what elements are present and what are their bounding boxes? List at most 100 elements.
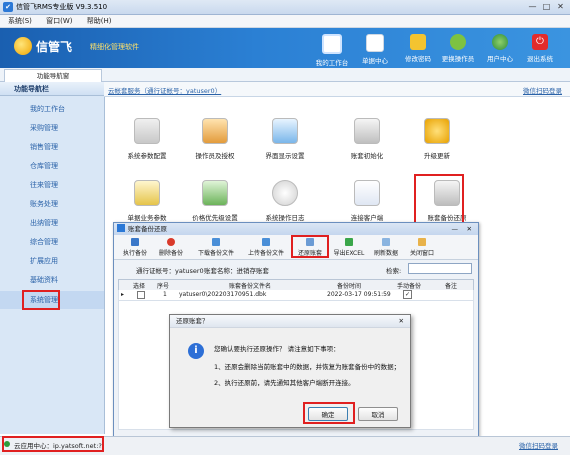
app-icon bbox=[117, 224, 125, 232]
dialog-title: 还原账套？ bbox=[176, 317, 209, 325]
menu-help[interactable]: 帮助(H) bbox=[87, 17, 112, 25]
column-remark: 备注 bbox=[445, 283, 458, 290]
row-time: 2022-03-17 09:51:59 bbox=[327, 291, 391, 298]
price-list-icon bbox=[202, 180, 228, 206]
clock-icon bbox=[272, 180, 298, 206]
close-button[interactable]: ✕ bbox=[467, 223, 472, 235]
backup-window-titlebar: 账套备份还原 — ✕ bbox=[114, 223, 478, 235]
export-excel-button[interactable]: 导出EXCEL bbox=[332, 237, 366, 257]
close-window-button[interactable]: 关闭窗口 bbox=[406, 237, 438, 257]
sidebar-item-extensions[interactable]: 扩展应用 bbox=[0, 252, 104, 270]
database-icon bbox=[354, 118, 380, 144]
sidebar-item-purchase[interactable]: 采购管理 bbox=[0, 119, 104, 137]
minimize-button[interactable]: — bbox=[452, 223, 459, 235]
delete-icon bbox=[167, 238, 175, 246]
download-backup-button[interactable]: 下载备份文件 bbox=[194, 237, 238, 257]
cloud-account-link[interactable]: 云帐套服务（通行证帐号：yatuser0） bbox=[108, 85, 221, 95]
user-switch-icon bbox=[450, 34, 466, 50]
banner: 信管飞 精细化管理软件 我的工作台 单据中心 修改密码 更换操作员 用户中心 ⏻… bbox=[0, 28, 570, 68]
delete-backup-button[interactable]: 删除备份 bbox=[156, 237, 186, 257]
save-icon bbox=[131, 238, 139, 246]
excel-icon bbox=[345, 238, 353, 246]
sidebar-item-basic-data[interactable]: 基础资料 bbox=[0, 271, 104, 289]
upload-icon bbox=[262, 238, 270, 246]
display-settings-button[interactable]: 界面显示设置 bbox=[250, 118, 320, 168]
dialog-note-1: 1、还原会删除当前账套中的数据，并恢复为账套备份中的数据； bbox=[214, 363, 401, 371]
row-seq: 1 bbox=[163, 291, 167, 298]
table-row[interactable]: ▸ 1 yatuser0\202203170951.dbk 2022-03-17… bbox=[118, 290, 474, 301]
upgrade-update-button[interactable]: 升级更新 bbox=[402, 118, 472, 168]
row-manual-checkbox[interactable]: ✓ bbox=[403, 290, 412, 299]
column-filename: 账套备份文件名 bbox=[229, 283, 272, 290]
highlight-box bbox=[2, 436, 104, 452]
close-button[interactable]: ✕ bbox=[556, 2, 565, 11]
highlight-box bbox=[291, 235, 329, 258]
refresh-data-button[interactable]: 刷新数据 bbox=[370, 237, 402, 257]
key-icon bbox=[410, 34, 426, 50]
column-manual: 手动备份 bbox=[397, 283, 422, 290]
maximize-button[interactable]: □ bbox=[542, 2, 551, 11]
operator-auth-button[interactable]: 操作员及授权 bbox=[180, 118, 250, 168]
column-select: 选择 bbox=[133, 283, 146, 290]
search-label: 检索: bbox=[386, 267, 402, 275]
row-checkbox[interactable] bbox=[137, 291, 145, 299]
brand-name: 信管飞 bbox=[36, 40, 73, 54]
menu-bar: 系统(S) 窗口(W) 帮助(H) bbox=[0, 15, 570, 28]
execute-backup-button[interactable]: 执行备份 bbox=[120, 237, 150, 257]
user-center-button[interactable]: 用户中心 bbox=[480, 32, 520, 66]
menu-window[interactable]: 窗口(W) bbox=[46, 17, 72, 25]
wechat-login-link[interactable]: 微信扫码登录 bbox=[523, 85, 562, 95]
window-edit-icon bbox=[272, 118, 298, 144]
document-icon bbox=[366, 34, 384, 52]
tab-function-nav[interactable]: 功能导航窗 bbox=[4, 69, 102, 82]
info-icon: i bbox=[188, 343, 204, 359]
system-params-button[interactable]: 系统参数配置 bbox=[112, 118, 182, 168]
column-seq: 序号 bbox=[157, 283, 170, 290]
user-icon bbox=[202, 118, 228, 144]
monitor-icon bbox=[322, 34, 342, 54]
account-init-button[interactable]: 账套初始化 bbox=[332, 118, 402, 168]
minimize-button[interactable]: — bbox=[528, 2, 537, 11]
dialog-message: 您确认要执行还原操作？ 请注意如下事项： bbox=[214, 345, 340, 353]
power-icon: ⏻ bbox=[532, 34, 548, 50]
sidebar-item-finance[interactable]: 账务处理 bbox=[0, 195, 104, 213]
title-bar: ✔ 信管飞RMS专业版 V9.3.510 — □ ✕ bbox=[0, 0, 570, 15]
sidebar-title: 功能导航栏 bbox=[0, 82, 104, 96]
menu-system[interactable]: 系统(S) bbox=[8, 17, 32, 25]
passport-account: 通行证帐号：yatuser0 bbox=[136, 267, 204, 275]
account-name: 账套名称：进销存账套 bbox=[204, 267, 269, 275]
upload-backup-button[interactable]: 上传备份文件 bbox=[244, 237, 288, 257]
row-filename: yatuser0\202203170951.dbk bbox=[179, 291, 267, 298]
sidebar-item-accounts[interactable]: 往来管理 bbox=[0, 176, 104, 194]
logo-icon bbox=[14, 37, 32, 55]
close-window-icon bbox=[418, 238, 426, 246]
globe-icon bbox=[492, 34, 508, 50]
content-header: 云帐套服务（通行证帐号：yatuser0） 微信扫码登录 bbox=[104, 82, 570, 97]
update-icon bbox=[424, 118, 450, 144]
wechat-login-status-link[interactable]: 微信扫码登录 bbox=[519, 440, 558, 450]
highlight-box bbox=[303, 402, 355, 424]
app-icon: ✔ bbox=[3, 2, 13, 12]
workbench-button[interactable]: 我的工作台 bbox=[312, 32, 352, 67]
dialog-titlebar: 还原账套？ ✕ bbox=[170, 315, 410, 328]
sidebar-item-sales[interactable]: 销售管理 bbox=[0, 138, 104, 156]
download-icon bbox=[212, 238, 220, 246]
exit-system-button[interactable]: ⏻ 退出系统 bbox=[520, 32, 560, 66]
window-title: 信管飞RMS专业版 V9.3.510 bbox=[16, 3, 108, 11]
sidebar-item-workbench[interactable]: 我的工作台 bbox=[0, 100, 104, 118]
change-password-button[interactable]: 修改密码 bbox=[398, 32, 438, 66]
network-icon bbox=[354, 180, 380, 206]
close-button[interactable]: ✕ bbox=[399, 315, 404, 327]
document-settings-icon bbox=[134, 180, 160, 206]
sidebar-item-general[interactable]: 综合管理 bbox=[0, 233, 104, 251]
document-center-button[interactable]: 单据中心 bbox=[355, 32, 395, 66]
dialog-note-2: 2、执行还原前，请先通知其他客户端断开连接。 bbox=[214, 379, 355, 387]
search-input[interactable] bbox=[408, 263, 472, 274]
highlight-box bbox=[22, 290, 60, 310]
refresh-icon bbox=[382, 238, 390, 246]
sidebar-item-warehouse[interactable]: 仓库管理 bbox=[0, 157, 104, 175]
row-marker: ▸ bbox=[121, 291, 125, 298]
sidebar-item-cashier[interactable]: 出纳管理 bbox=[0, 214, 104, 232]
switch-operator-button[interactable]: 更换操作员 bbox=[438, 32, 478, 66]
cancel-button[interactable]: 取消 bbox=[358, 407, 398, 421]
